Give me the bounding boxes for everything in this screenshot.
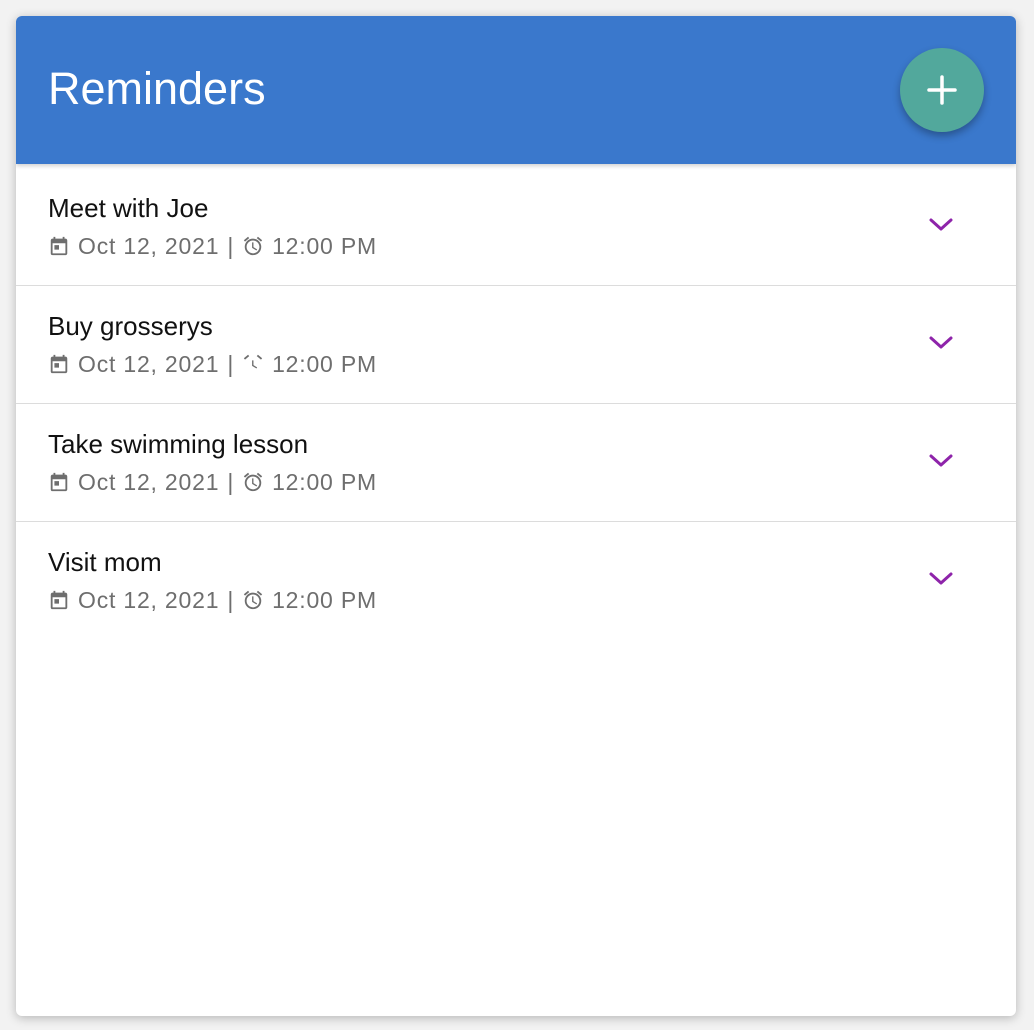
calendar-icon (48, 353, 70, 375)
expand-button[interactable] (924, 444, 958, 478)
chevron-down-icon (929, 336, 953, 349)
chevron-down-icon (929, 572, 953, 585)
reminder-meta: Oct 12, 2021 | 12:00 PM (48, 466, 377, 498)
reminder-meta: Oct 12, 2021 | 12:00 PM (48, 348, 377, 380)
reminder-time: 12:00 PM (272, 587, 377, 613)
reminder-list: Meet with Joe Oct 12, 2021 | 12:00 PM Bu… (16, 168, 1016, 639)
reminder-date: Oct 12, 2021 (78, 233, 220, 259)
reminder-title: Buy grosserys (48, 311, 213, 341)
reminder-title: Visit mom (48, 547, 162, 577)
plus-icon (927, 75, 957, 105)
chevron-down-icon (929, 218, 953, 231)
expand-button[interactable] (924, 208, 958, 242)
reminder-meta: Oct 12, 2021 | 12:00 PM (48, 584, 377, 616)
alarm-clock-icon (242, 235, 264, 257)
reminder-time: 12:00 PM (272, 233, 377, 259)
reminders-card: Reminders Meet with Joe Oct 12, 2021 | 1… (16, 16, 1016, 1016)
reminder-title: Take swimming lesson (48, 429, 309, 459)
meta-separator: | (227, 587, 235, 613)
meta-separator: | (227, 469, 235, 495)
list-item[interactable]: Buy grosserys Oct 12, 2021 | 12:00 PM (16, 286, 1016, 404)
reminder-date: Oct 12, 2021 (78, 351, 220, 377)
calendar-icon (48, 471, 70, 493)
calendar-icon (48, 235, 70, 257)
meta-separator: | (227, 351, 235, 377)
reminder-date: Oct 12, 2021 (78, 469, 220, 495)
alarm-clock-icon (242, 589, 264, 611)
reminder-time: 12:00 PM (272, 351, 377, 377)
alarm-clock-icon (242, 471, 264, 493)
reminder-title: Meet with Joe (48, 193, 209, 223)
app-header: Reminders (16, 16, 1016, 164)
page-title: Reminders (48, 63, 266, 114)
list-item[interactable]: Meet with Joe Oct 12, 2021 | 12:00 PM (16, 168, 1016, 286)
reminder-date: Oct 12, 2021 (78, 587, 220, 613)
reminder-time: 12:00 PM (272, 469, 377, 495)
reminder-meta: Oct 12, 2021 | 12:00 PM (48, 230, 377, 262)
expand-button[interactable] (924, 326, 958, 360)
expand-button[interactable] (924, 562, 958, 596)
calendar-icon (48, 589, 70, 611)
list-item[interactable]: Visit mom Oct 12, 2021 | 12:00 PM (16, 522, 1016, 639)
chevron-down-icon (929, 454, 953, 467)
meta-separator: | (227, 233, 235, 259)
list-item[interactable]: Take swimming lesson Oct 12, 2021 | 12:0… (16, 404, 1016, 522)
add-reminder-button[interactable] (900, 48, 984, 132)
alarm-clock-icon (242, 353, 264, 375)
